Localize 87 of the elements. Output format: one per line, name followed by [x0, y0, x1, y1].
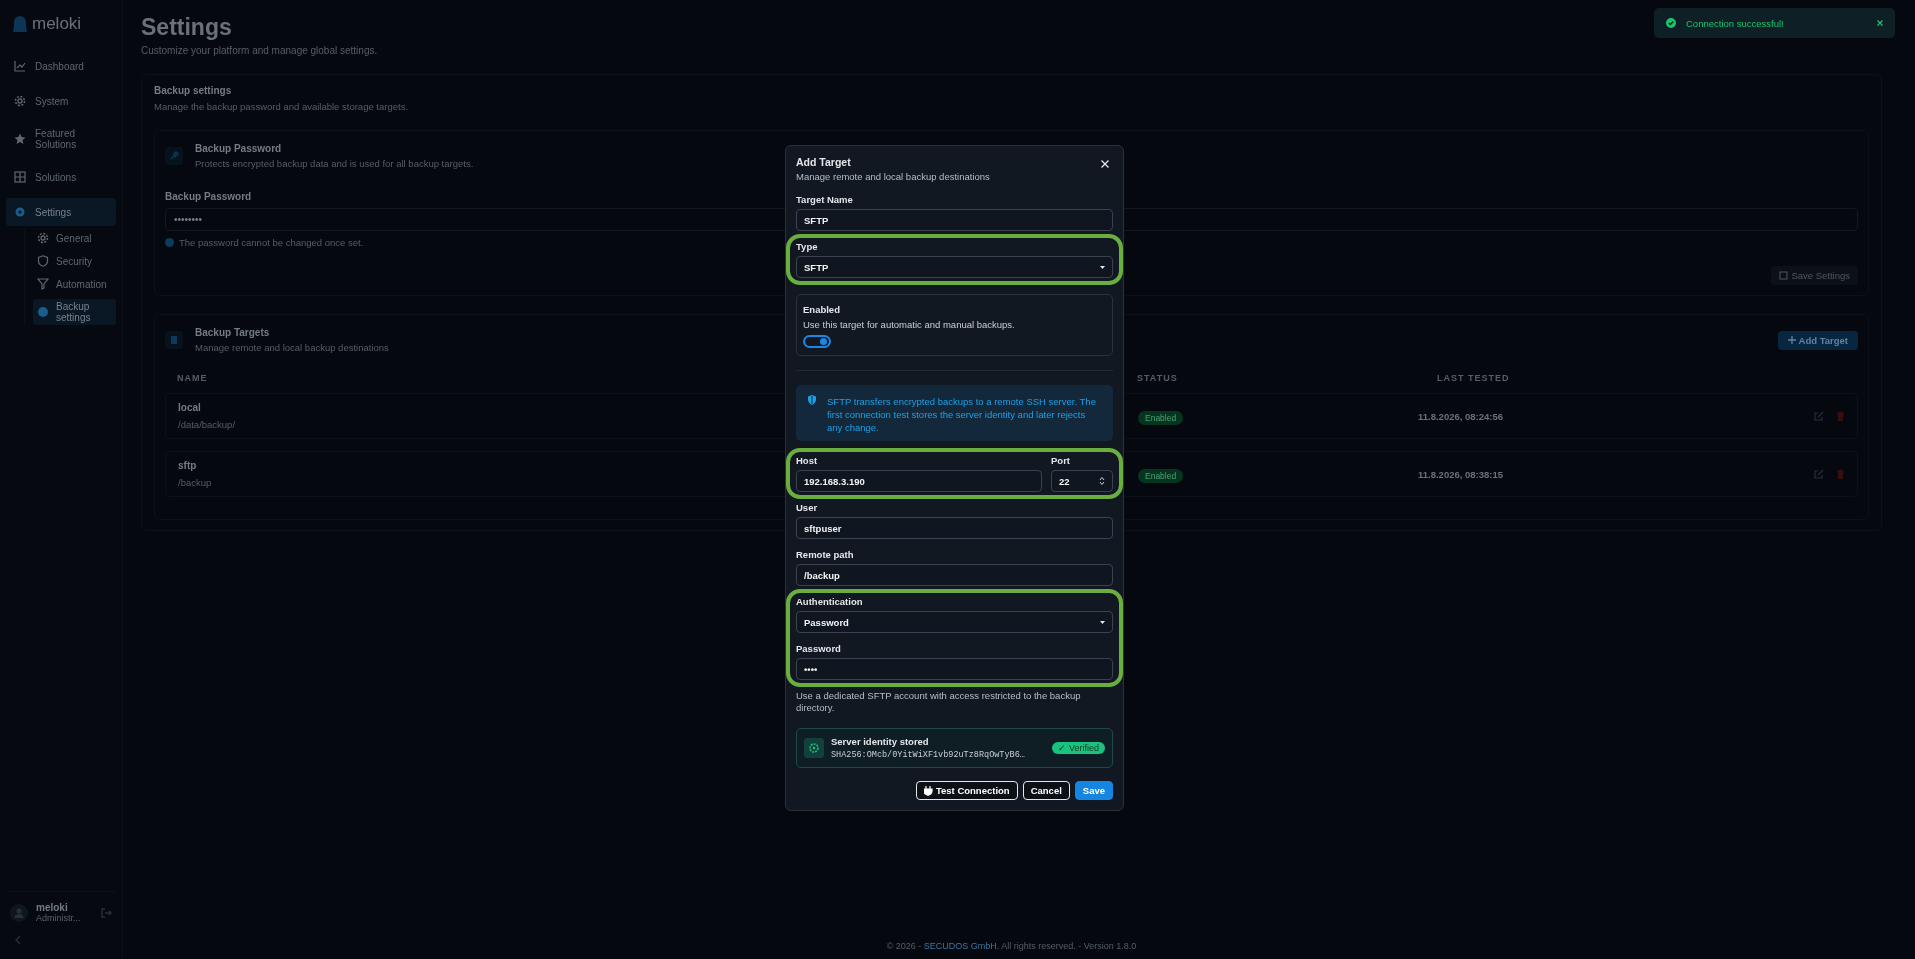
logout-icon[interactable] — [100, 906, 112, 919]
sidebar-subitem[interactable]: Security — [33, 253, 116, 269]
status-pill: Enabled — [1138, 411, 1184, 425]
sidebar-item[interactable]: System — [6, 87, 116, 115]
user-name: meloki — [36, 902, 68, 913]
identity-title: Server identity stored — [831, 736, 930, 747]
funnel-icon — [37, 278, 49, 290]
info-text: SFTP transfers encrypted backups to a remote SSH server. The first connection test stores the server identity and later rejects any change. — [827, 395, 1097, 434]
key-icon — [165, 147, 183, 165]
card-description: Manage remote and local backup destinations — [195, 342, 389, 353]
test-connection-button[interactable]: Test Connection — [915, 781, 1018, 800]
fingerprint-text: SHA256:OMcb/0YitWiXF1vb92uTz8RqOwTyB6… — [831, 750, 1026, 760]
dialog-subtitle: Manage remote and local backup destinations — [796, 171, 990, 182]
sidebar-item[interactable]: Settings — [6, 198, 116, 226]
target-name: sftp — [178, 460, 197, 471]
input-field[interactable]: sftpuser — [796, 517, 1113, 539]
chart-icon — [14, 60, 26, 72]
sidebar-subitem[interactable]: Automation — [33, 276, 116, 292]
edit-icon[interactable] — [1814, 469, 1824, 479]
field-label: Target Name — [796, 194, 853, 205]
plug-icon — [923, 785, 933, 796]
card-title: Backup Password — [195, 143, 282, 154]
target-path: /backup — [178, 477, 212, 488]
section-subtitle: Manage the backup password and available storage targets. — [154, 101, 409, 112]
plus-icon — [1787, 336, 1796, 344]
toggle-label: Enabled — [803, 304, 840, 315]
grid-icon — [14, 171, 26, 183]
column-header: STATUS — [1137, 373, 1179, 383]
caret-down-icon — [1100, 265, 1105, 269]
sidebar-item[interactable]: Featured Solutions — [6, 122, 116, 156]
field-label: User — [796, 502, 818, 513]
dialog-title: Add Target — [796, 156, 851, 168]
add-target-button[interactable]: Add Target — [1777, 330, 1858, 350]
field-label: Port — [1051, 455, 1070, 466]
select-field[interactable]: SFTP — [796, 256, 1113, 278]
toggle-switch[interactable] — [803, 335, 831, 348]
trash-icon[interactable] — [1836, 469, 1845, 479]
column-header: LAST TESTED — [1436, 373, 1511, 383]
input-field[interactable]: •••• — [796, 658, 1113, 680]
toast-message: Connection successful! — [1686, 17, 1785, 29]
field-label: Authentication — [796, 596, 863, 607]
footer-text: © 2026 - SECUDOS GmbH. All rights reserved. - Version 1.8.0 — [886, 941, 1137, 951]
page-subtitle: Customize your platform and manage global settings. — [141, 45, 378, 56]
input-field[interactable]: 192.168.3.190 — [796, 470, 1042, 492]
status-pill: Enabled — [1138, 469, 1184, 483]
caret-down-icon — [1100, 620, 1105, 624]
company-link[interactable]: SECUDOS GmbH — [923, 941, 997, 951]
trash-icon[interactable] — [1836, 411, 1845, 421]
field-label: Password — [796, 643, 841, 654]
input-field[interactable]: /backup — [796, 564, 1113, 586]
shield-icon — [37, 255, 49, 267]
toggle-description: Use this target for automatic and manual backups. — [803, 319, 1015, 330]
last-tested-cell-text: 11.8.2026, 08:38:15 — [1418, 468, 1505, 480]
select-field[interactable]: Password — [796, 611, 1113, 633]
password-note: The password cannot be changed once set. — [179, 237, 364, 248]
edit-icon[interactable] — [1814, 411, 1824, 421]
section-title: Backup settings — [154, 85, 232, 96]
hint-text: Use a dedicated SFTP account with access restricted to the backup directory. — [796, 690, 1082, 714]
sidebar-item[interactable]: Solutions — [6, 163, 116, 191]
field-label: Remote path — [796, 549, 854, 560]
field-label: Type — [796, 241, 818, 252]
check-circle-icon — [1666, 18, 1676, 28]
last-tested-cell-text: 11.8.2026, 08:24:56 — [1418, 410, 1505, 422]
avatar-icon — [10, 903, 28, 922]
number-field[interactable]: 22 — [1051, 470, 1113, 492]
card-description: Protects encrypted backup data and is used for all backup targets. — [195, 158, 474, 169]
save-button[interactable]: Save — [1074, 781, 1113, 800]
close-icon[interactable] — [1877, 20, 1883, 26]
page-title: Settings — [141, 14, 232, 41]
input-field[interactable]: SFTP — [796, 209, 1113, 231]
column-header: NAME — [177, 373, 209, 383]
target-path: /data/backup/ — [178, 419, 236, 430]
shield-icon — [808, 395, 816, 405]
chevron-left-icon[interactable] — [14, 935, 22, 945]
target-name: local — [178, 402, 201, 413]
sidebar-item[interactable]: Dashboard — [6, 52, 116, 80]
sidebar-subitem[interactable]: Backup settings — [33, 299, 116, 325]
app-logo-text: meloki — [32, 14, 82, 34]
field-label: Backup Password — [165, 191, 252, 202]
user-role: Administr... — [36, 913, 81, 923]
cancel-button[interactable]: Cancel — [1022, 781, 1070, 800]
star-icon — [14, 133, 26, 145]
sidebar-subitem[interactable]: General — [33, 230, 116, 246]
spinner-arrows-icon[interactable] — [1099, 476, 1105, 486]
verified-pill: ✓ Verified — [1052, 742, 1105, 754]
card-title: Backup Targets — [195, 327, 270, 338]
field-label: Host — [796, 455, 818, 466]
